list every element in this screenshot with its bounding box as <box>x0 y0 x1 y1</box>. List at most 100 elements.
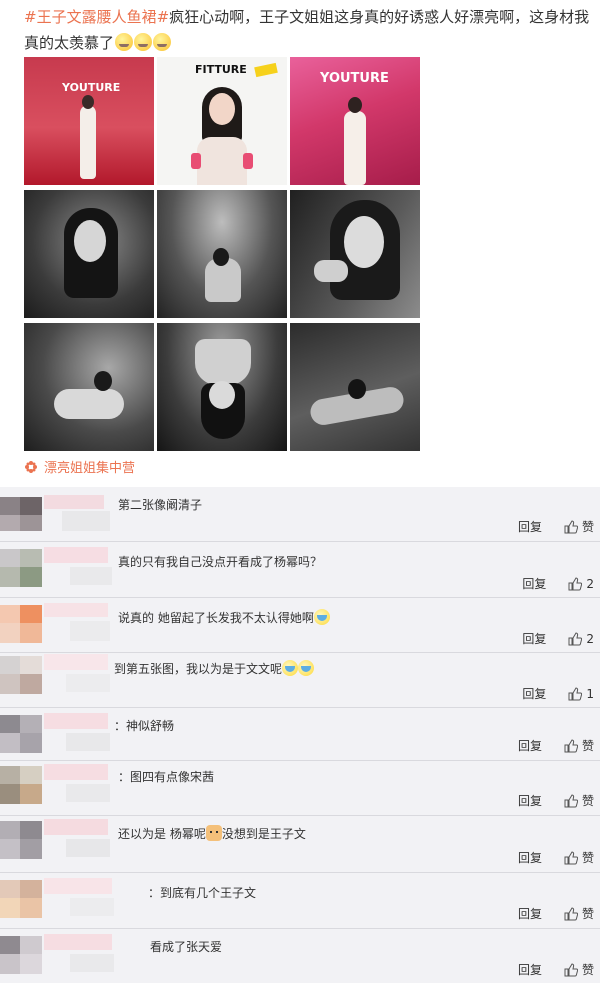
emoji-icon <box>134 33 153 51</box>
hashtag-link[interactable]: #王子文露腰人鱼裙# <box>24 8 169 26</box>
photo-bw-4[interactable] <box>24 323 154 451</box>
comment-actions: 回复 1 <box>522 685 594 702</box>
photo-logo-text: FITTURE <box>195 63 247 76</box>
photo-bw-1[interactable] <box>24 190 154 318</box>
comment-list: 第二张像阚清子 回复 赞 真的只有我自己没点开看成了杨幂吗？ 回复 2 说真的 … <box>0 487 600 983</box>
comment-actions: 回复 赞 <box>518 905 594 922</box>
like-count: 1 <box>586 686 594 701</box>
comment-actions: 回复 2 <box>522 630 594 647</box>
figure-head <box>348 379 366 399</box>
figure-head <box>348 97 362 113</box>
thumbs-up-icon <box>564 962 578 976</box>
like-button[interactable]: 赞 <box>564 905 594 922</box>
like-button[interactable]: 赞 <box>564 849 594 866</box>
like-count: 赞 <box>581 907 594 921</box>
like-count: 2 <box>586 576 594 591</box>
figure-head <box>94 371 112 391</box>
photo-bw-3[interactable] <box>290 190 420 318</box>
photo-red-carpet-2[interactable]: YOUTURE <box>290 57 420 185</box>
like-count: 赞 <box>581 794 594 808</box>
like-button[interactable]: 赞 <box>564 737 594 754</box>
weibo-post: #王子文露腰人鱼裙#疯狂心动啊，王子文姐姐这身真的好诱惑人好漂亮啊，这身材我真的… <box>0 0 600 487</box>
reply-button[interactable]: 回复 <box>518 961 542 978</box>
comment-item: 第二张像阚清子 回复 赞 <box>0 487 600 542</box>
comment-item: ：到底有几个王子文 回复 赞 <box>0 872 600 929</box>
dumbbell-right <box>243 153 253 169</box>
figure-face <box>209 381 235 409</box>
thumbs-up-icon <box>564 738 578 752</box>
comment-text-content: 还以为是 杨幂呢 <box>118 827 206 841</box>
laugh-cry-emoji-icon <box>313 609 330 625</box>
comment-actions: 回复 赞 <box>518 961 594 978</box>
blurred-user-info <box>0 603 112 643</box>
emoji-icon <box>115 33 134 51</box>
blurred-user-info <box>0 764 112 804</box>
photo-logo-text: YOUTURE <box>320 71 389 86</box>
topic-label: 漂亮姐姐集中营 <box>44 461 136 476</box>
photo-red-carpet-1[interactable]: YOUTURE <box>24 57 154 185</box>
reply-button[interactable]: 回复 <box>518 737 542 754</box>
like-button[interactable]: 2 <box>568 632 594 646</box>
emoji-icon <box>153 33 172 51</box>
reply-button[interactable]: 回复 <box>518 518 542 535</box>
figure-upside-down <box>195 339 251 385</box>
like-button[interactable]: 赞 <box>564 518 594 535</box>
reply-button[interactable]: 回复 <box>522 575 546 592</box>
blurred-user-info <box>0 819 112 859</box>
thumbs-up-icon <box>568 686 583 700</box>
figure-reclining <box>54 389 124 419</box>
comment-text: 到第五张图，我以为是于文文呢 <box>114 660 315 677</box>
figure-body <box>197 137 247 185</box>
super-topic-link[interactable]: 漂亮姐姐集中营 <box>24 457 135 476</box>
blurred-user-info <box>0 934 114 974</box>
comment-actions: 回复 赞 <box>518 792 594 809</box>
thumbs-up-icon <box>564 793 578 807</box>
comment-text: 真的只有我自己没点开看成了杨幂吗？ <box>118 555 323 569</box>
yellow-label <box>254 62 278 78</box>
comment-text: 说真的 她留起了长发我不太认得她啊 <box>118 609 330 626</box>
reply-button[interactable]: 回复 <box>522 685 546 702</box>
laugh-cry-emoji-icon <box>282 660 299 676</box>
figure-head <box>213 248 229 266</box>
like-count: 赞 <box>581 963 594 977</box>
reply-button[interactable]: 回复 <box>522 630 546 647</box>
reply-button[interactable]: 回复 <box>518 905 542 922</box>
photo-fitture[interactable]: FITTURE <box>157 57 287 185</box>
photo-bw-2[interactable] <box>157 190 287 318</box>
thumbs-up-icon <box>568 576 583 590</box>
comment-item: 说真的 她留起了长发我不太认得她啊 回复 2 <box>0 597 600 653</box>
blurred-user-info <box>0 547 112 587</box>
comment-text: ：图四有点像宋茜 <box>118 770 215 784</box>
comment-item: 看成了张天爱 回复 赞 <box>0 928 600 983</box>
comment-text-content: 到第五张图，我以为是于文文呢 <box>114 662 283 676</box>
like-button[interactable]: 2 <box>568 577 594 591</box>
blurred-user-info <box>0 878 114 918</box>
like-count: 赞 <box>581 520 594 534</box>
thumbs-up-icon <box>568 631 583 645</box>
comment-actions: 回复 赞 <box>518 849 594 866</box>
photo-bw-5[interactable] <box>157 323 287 451</box>
comment-item: 到第五张图，我以为是于文文呢 回复 1 <box>0 652 600 708</box>
comment-text: ：神似舒畅 <box>114 719 175 733</box>
comment-actions: 回复 赞 <box>518 518 594 535</box>
thumbs-up-icon <box>564 906 578 920</box>
comment-text: 第二张像阚清子 <box>118 498 203 512</box>
like-count: 2 <box>586 631 594 646</box>
flower-icon <box>25 461 37 473</box>
comment-text: 还以为是 杨幂呢 没想到是王子文 <box>118 825 306 842</box>
like-button[interactable]: 赞 <box>564 792 594 809</box>
figure-head <box>82 95 94 109</box>
reply-button[interactable]: 回复 <box>518 792 542 809</box>
figure-silhouette <box>80 105 96 179</box>
dumbbell-left <box>191 153 201 169</box>
figure-face <box>74 220 106 262</box>
like-count: 赞 <box>581 851 594 865</box>
like-button[interactable]: 1 <box>568 687 594 701</box>
reply-button[interactable]: 回复 <box>518 849 542 866</box>
comment-text-content: 没想到是王子文 <box>221 827 306 841</box>
like-count: 赞 <box>581 739 594 753</box>
figure-silhouette <box>344 111 366 185</box>
like-button[interactable]: 赞 <box>564 961 594 978</box>
thumbs-up-icon <box>564 519 578 533</box>
photo-bw-6[interactable] <box>290 323 420 451</box>
